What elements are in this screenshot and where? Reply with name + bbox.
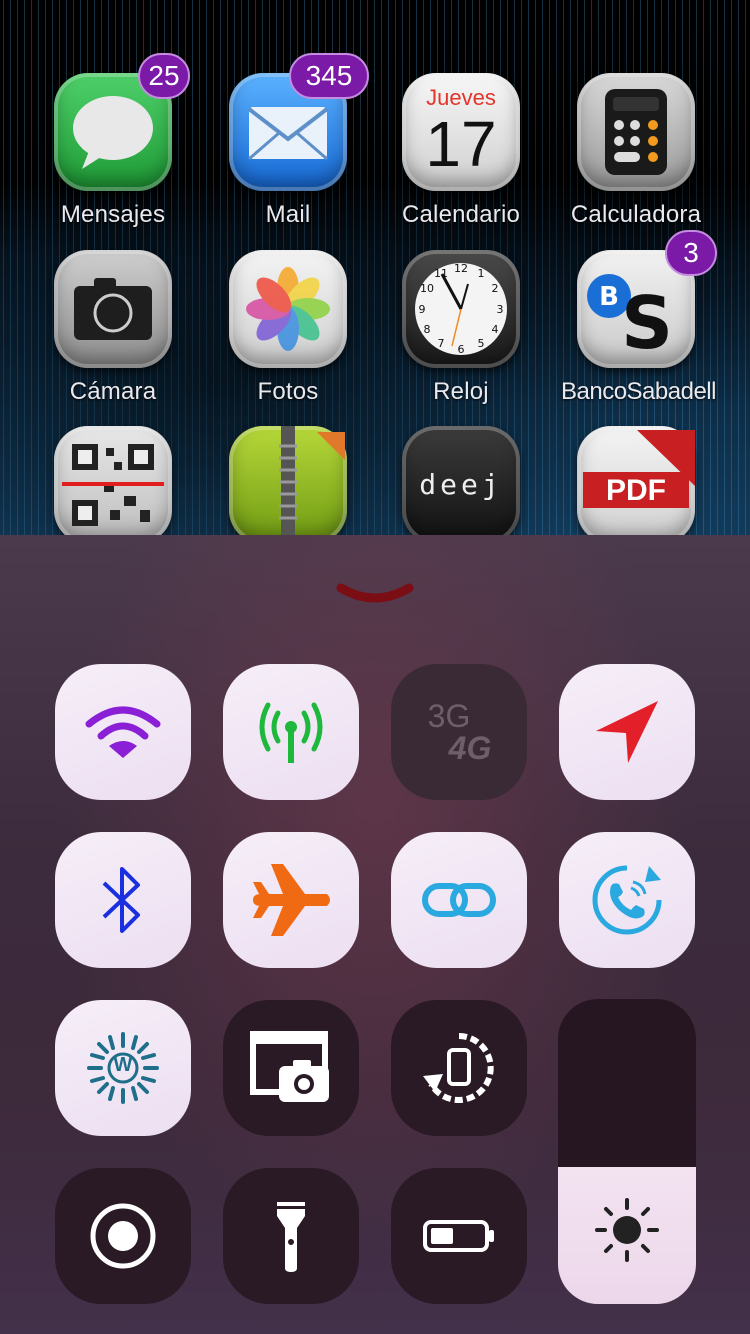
app-calculadora[interactable]: Calculadora — [561, 73, 711, 229]
svg-text:9: 9 — [419, 303, 426, 316]
app-qr-scanner[interactable] — [38, 426, 188, 535]
antenna-icon — [259, 702, 323, 763]
link-icon — [422, 883, 496, 917]
flashlight-toggle[interactable] — [223, 1168, 359, 1304]
rotation-lock-icon — [423, 1033, 494, 1103]
pdf-icon: PDF — [577, 426, 695, 535]
svg-text:8: 8 — [424, 323, 431, 336]
svg-text:B: B — [599, 282, 619, 312]
svg-text:1: 1 — [478, 267, 485, 280]
location-toggle[interactable] — [559, 664, 695, 800]
svg-text:S: S — [621, 281, 673, 365]
notification-badge: 25 — [138, 53, 190, 99]
app-calendario[interactable]: Jueves 17 Calendario — [386, 73, 536, 229]
brightness-slider[interactable] — [558, 999, 696, 1304]
screen-record-toggle[interactable] — [55, 1168, 191, 1304]
svg-text:3: 3 — [497, 303, 504, 316]
battery-icon — [423, 1220, 494, 1252]
calendar-icon: Jueves 17 — [402, 73, 520, 191]
app-label: Mail — [265, 201, 311, 228]
wallpaper-letter: W — [113, 1054, 133, 1076]
app-reloj[interactable]: 12 1 2 345 678 9 10 11 Reloj — [386, 250, 536, 406]
app-deej[interactable]: deej — [386, 426, 536, 535]
screenshot-camera-icon — [250, 1031, 329, 1102]
app-label: Reloj — [433, 378, 489, 405]
app-label: Cámara — [69, 378, 157, 405]
bluetooth-icon — [102, 867, 140, 933]
app-label: Fotos — [257, 378, 319, 405]
app-label: BancoSabadell — [561, 378, 716, 405]
deej-icon: deej — [402, 426, 520, 535]
app-camara[interactable]: Cámara — [38, 250, 188, 406]
deej-logo-text: deej — [419, 468, 503, 501]
phone-call-icon — [592, 865, 662, 935]
messages-icon: 25 — [54, 53, 190, 191]
network-4g-label: 4G — [448, 730, 492, 766]
flashlight-icon — [277, 1202, 305, 1272]
network-3g-label: 3G — [427, 698, 471, 734]
bluetooth-toggle[interactable] — [55, 832, 191, 968]
svg-text:4: 4 — [492, 323, 499, 336]
cellular-data-toggle[interactable] — [223, 664, 359, 800]
battery-toggle[interactable] — [391, 1168, 527, 1304]
notification-badge: 345 — [289, 53, 369, 99]
app-bancosabadell[interactable]: B S 3 BancoSabadell — [561, 230, 717, 406]
home-screen: 25 Mensajes 345 Mail Jueves 17 Calendari… — [0, 0, 750, 535]
svg-text:10: 10 — [420, 282, 434, 295]
camera-icon — [54, 250, 172, 368]
svg-text:2: 2 — [492, 282, 499, 295]
mail-icon: 345 — [229, 53, 369, 191]
qr-scanner-icon — [54, 426, 172, 535]
link-toggle[interactable] — [391, 832, 527, 968]
screenshot-toggle[interactable] — [223, 1000, 359, 1136]
svg-text:7: 7 — [438, 337, 445, 350]
location-arrow-icon — [596, 701, 658, 763]
clock-icon: 12 1 2 345 678 9 10 11 — [402, 250, 520, 368]
call-toggle[interactable] — [559, 832, 695, 968]
svg-text:6: 6 — [458, 343, 465, 356]
wifi-icon — [85, 706, 161, 758]
svg-text:12: 12 — [454, 262, 468, 275]
app-label: Calculadora — [570, 201, 702, 228]
network-3g-4g-toggle[interactable]: 3G 4G — [391, 664, 527, 800]
app-fotos[interactable]: Fotos — [213, 250, 363, 406]
wifi-toggle[interactable] — [55, 664, 191, 800]
airplane-mode-toggle[interactable] — [223, 832, 359, 968]
app-label: Mensajes — [60, 201, 166, 228]
calculator-icon — [577, 73, 695, 191]
rotation-lock-toggle[interactable] — [391, 1000, 527, 1136]
app-mensajes[interactable]: 25 Mensajes — [38, 53, 190, 229]
wallpaper-toggle[interactable]: W — [55, 1000, 191, 1136]
brightness-sun-icon — [595, 1198, 659, 1262]
banco-sabadell-icon: B S 3 — [577, 230, 717, 368]
record-icon — [90, 1203, 156, 1269]
app-mail[interactable]: 345 Mail — [213, 53, 369, 229]
pdf-logo-text: PDF — [606, 474, 666, 507]
photos-icon — [229, 250, 347, 368]
airplane-icon — [253, 864, 330, 936]
notification-badge: 3 — [665, 230, 717, 276]
calendar-day-number: 17 — [425, 108, 497, 180]
app-label: Calendario — [401, 201, 521, 228]
app-zip[interactable] — [213, 426, 363, 535]
zip-icon — [229, 426, 347, 535]
chevron-down-icon[interactable] — [335, 580, 415, 610]
app-pdf[interactable]: PDF — [561, 426, 711, 535]
svg-text:5: 5 — [478, 337, 485, 350]
